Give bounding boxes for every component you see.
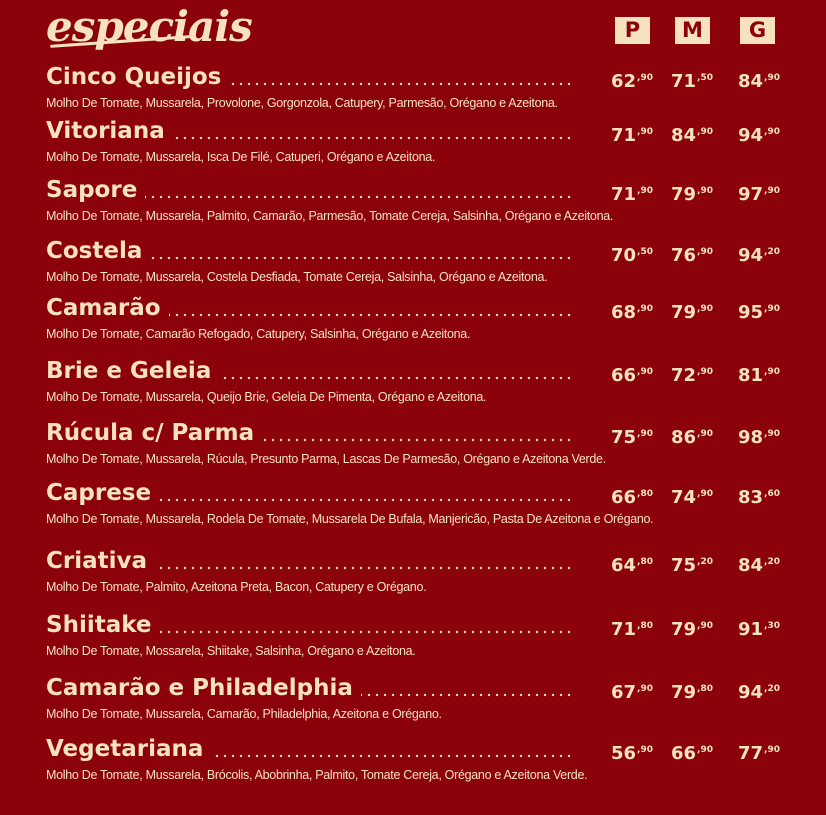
item-name: Cinco Queijos — [46, 64, 222, 90]
menu-item: Vegetariana Molho De Tomate, Mussarela, B… — [0, 735, 826, 795]
price-integer: 77 — [737, 743, 764, 764]
item-name: Brie e Geleia — [46, 358, 212, 384]
price-cents: ,20 — [764, 557, 780, 567]
price-g: 77,90 — [690, 739, 780, 765]
item-name: Caprese — [46, 480, 152, 506]
dotted-leader — [150, 256, 573, 260]
price-cents: ,60 — [764, 489, 780, 499]
price-cents: ,90 — [764, 127, 780, 137]
price-cents: ,20 — [764, 684, 780, 694]
menu-item: Camarão e Philadelphia Molho De Tomate, M… — [0, 674, 826, 734]
dotted-leader — [229, 82, 573, 86]
item-description: Molho De Tomate, Mussarela, Isca De Filé… — [46, 150, 436, 164]
dotted-leader — [145, 195, 573, 199]
price-cents: ,20 — [764, 247, 780, 257]
dotted-leader — [262, 438, 573, 442]
dotted-leader — [361, 693, 573, 697]
item-description: Molho De Tomate, Mussarela, Brócolis, Ab… — [46, 768, 588, 782]
dotted-leader — [169, 313, 573, 317]
price-cents: ,90 — [764, 367, 780, 377]
price-integer: 83 — [737, 487, 764, 508]
price-integer: 94 — [737, 682, 764, 703]
menu-item: Vitoriana Molho De Tomate, Mussarela, Isc… — [0, 117, 826, 177]
price-integer: 84 — [737, 555, 764, 576]
dotted-leader — [159, 498, 573, 502]
price-g: 83,60 — [690, 483, 780, 509]
price-cents: ,90 — [764, 304, 780, 314]
item-name: Sapore — [46, 177, 138, 203]
item-name: Camarão — [46, 295, 161, 321]
menu-item: Criativa Molho De Tomate, Palmito, Azeito… — [0, 547, 826, 607]
item-description: Molho De Tomate, Camarão Refogado, Catup… — [46, 327, 471, 341]
menu-item: Camarão Molho De Tomate, Camarão Refogado… — [0, 294, 826, 354]
item-description: Molho De Tomate, Mussarela, Queijo Brie,… — [46, 390, 487, 404]
menu-item: Sapore Molho De Tomate, Mussarela, Palmit… — [0, 176, 826, 236]
menu-item: Brie e Geleia Molho De Tomate, Mussarela,… — [0, 357, 826, 417]
item-description: Molho De Tomate, Palmito, Azeitona Preta… — [46, 580, 427, 594]
menu-item: Costela Molho De Tomate, Mussarela, Coste… — [0, 237, 826, 297]
item-description: Molho De Tomate, Mussarela, Rodela De To… — [46, 512, 654, 526]
item-name: Vitoriana — [46, 118, 165, 144]
price-integer: 84 — [737, 71, 764, 92]
price-cents: ,90 — [764, 186, 780, 196]
dotted-leader — [211, 754, 573, 758]
price-g: 95,90 — [690, 298, 780, 324]
dotted-leader — [219, 376, 573, 380]
dotted-leader — [173, 136, 573, 140]
menu-item: Cinco Queijos Molho De Tomate, Mussarela,… — [0, 63, 826, 123]
item-name: Costela — [46, 238, 143, 264]
price-g: 91,30 — [690, 615, 780, 641]
price-integer: 98 — [737, 427, 764, 448]
price-g: 98,90 — [690, 423, 780, 449]
item-name: Vegetariana — [46, 736, 204, 762]
menu-item: Caprese Molho De Tomate, Mussarela, Rodel… — [0, 479, 826, 539]
price-g: 94,20 — [690, 241, 780, 267]
price-g: 81,90 — [690, 361, 780, 387]
item-name: Shiitake — [46, 612, 152, 638]
dotted-leader — [160, 630, 573, 634]
price-integer: 95 — [737, 302, 764, 323]
price-cents: ,90 — [764, 429, 780, 439]
item-name: Criativa — [46, 548, 148, 574]
item-description: Molho De Tomate, Mussarela, Costela Desf… — [46, 270, 548, 284]
item-description: Molho De Tomate, Mussarela, Rúcula, Pres… — [46, 452, 606, 466]
price-cents: ,30 — [764, 621, 780, 631]
item-description: Molho De Tomate, Mussarela, Camarão, Phi… — [46, 707, 442, 721]
price-cents: ,90 — [764, 73, 780, 83]
item-description: Molho De Tomate, Mussarela, Palmito, Cam… — [46, 209, 614, 223]
price-g: 97,90 — [690, 180, 780, 206]
price-g: 84,90 — [690, 67, 780, 93]
item-name: Rúcula c/ Parma — [46, 420, 255, 446]
price-g: 94,20 — [690, 678, 780, 704]
menu-item: Shiitake Molho De Tomate, Mossarela, Shii… — [0, 611, 826, 671]
size-badge-g: G — [740, 17, 775, 44]
price-integer: 97 — [737, 184, 764, 205]
item-name: Camarão e Philadelphia — [46, 675, 353, 701]
size-badge-p: P — [615, 17, 650, 44]
price-integer: 81 — [737, 365, 764, 386]
price-g: 94,90 — [690, 121, 780, 147]
menu-item: Rúcula c/ Parma Molho De Tomate, Mussarel… — [0, 419, 826, 479]
price-integer: 94 — [737, 245, 764, 266]
item-description: Molho De Tomate, Mussarela, Provolone, G… — [46, 96, 558, 110]
dotted-leader — [155, 566, 573, 570]
price-integer: 94 — [737, 125, 764, 146]
price-integer: 91 — [737, 619, 764, 640]
item-description: Molho De Tomate, Mossarela, Shiitake, Sa… — [46, 644, 416, 658]
price-cents: ,90 — [764, 745, 780, 755]
size-badge-m: M — [675, 17, 710, 44]
price-g: 84,20 — [690, 551, 780, 577]
